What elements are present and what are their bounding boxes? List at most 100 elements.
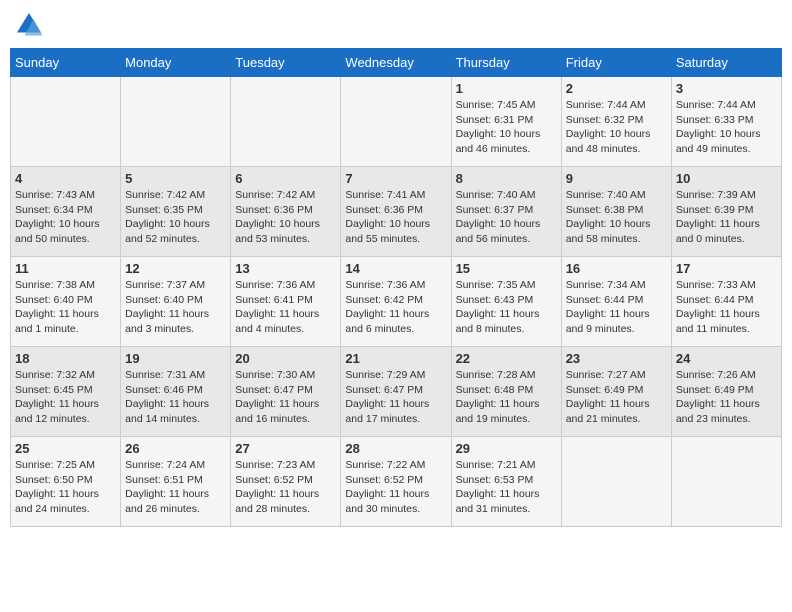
calendar-cell: 14 Sunrise: 7:36 AM Sunset: 6:42 PM Dayli… bbox=[341, 257, 451, 347]
day-number: 9 bbox=[566, 171, 667, 186]
day-info: Sunrise: 7:31 AM Sunset: 6:46 PM Dayligh… bbox=[125, 368, 226, 427]
calendar-cell: 18Sunrise: 7:32 AM Sunset: 6:45 PM Dayli… bbox=[11, 347, 121, 437]
day-info: Sunrise: 7:37 AM Sunset: 6:40 PM Dayligh… bbox=[125, 278, 226, 337]
calendar-cell: 1Sunrise: 7:45 AM Sunset: 6:31 PM Daylig… bbox=[451, 77, 561, 167]
day-info: Sunrise: 7:35 AM Sunset: 6:43 PM Dayligh… bbox=[456, 278, 557, 337]
calendar-cell bbox=[671, 437, 781, 527]
calendar-cell: 10 Sunrise: 7:39 AM Sunset: 6:39 PM Dayli… bbox=[671, 167, 781, 257]
day-info: Sunrise: 7:30 AM Sunset: 6:47 PM Dayligh… bbox=[235, 368, 336, 427]
calendar-cell: 29Sunrise: 7:21 AM Sunset: 6:53 PM Dayli… bbox=[451, 437, 561, 527]
day-number: 28 bbox=[345, 441, 446, 456]
calendar-cell: 21Sunrise: 7:29 AM Sunset: 6:47 PM Dayli… bbox=[341, 347, 451, 437]
day-info: Sunrise: 7:23 AM Sunset: 6:52 PM Dayligh… bbox=[235, 458, 336, 517]
day-info: Sunrise: 7:42 AM Sunset: 6:35 PM Dayligh… bbox=[125, 188, 226, 247]
logo bbox=[14, 10, 48, 40]
day-info: Sunrise: 7:24 AM Sunset: 6:51 PM Dayligh… bbox=[125, 458, 226, 517]
column-header-sunday: Sunday bbox=[11, 49, 121, 77]
day-info: Sunrise: 7:34 AM Sunset: 6:44 PM Dayligh… bbox=[566, 278, 667, 337]
calendar-cell: 9 Sunrise: 7:40 AM Sunset: 6:38 PM Daylig… bbox=[561, 167, 671, 257]
column-header-friday: Friday bbox=[561, 49, 671, 77]
calendar-cell: 2 Sunrise: 7:44 AM Sunset: 6:32 PM Daylig… bbox=[561, 77, 671, 167]
week-row-5: 25 Sunrise: 7:25 AM Sunset: 6:50 PM Dayli… bbox=[11, 437, 782, 527]
calendar-cell: 24 Sunrise: 7:26 AM Sunset: 6:49 PM Dayli… bbox=[671, 347, 781, 437]
day-number: 6 bbox=[235, 171, 336, 186]
day-info: Sunrise: 7:33 AM Sunset: 6:44 PM Dayligh… bbox=[676, 278, 777, 337]
calendar-cell: 8 Sunrise: 7:40 AM Sunset: 6:37 PM Daylig… bbox=[451, 167, 561, 257]
day-number: 5 bbox=[125, 171, 226, 186]
week-row-2: 4 Sunrise: 7:43 AM Sunset: 6:34 PM Daylig… bbox=[11, 167, 782, 257]
day-number: 23 bbox=[566, 351, 667, 366]
calendar-cell: 23 Sunrise: 7:27 AM Sunset: 6:49 PM Dayli… bbox=[561, 347, 671, 437]
calendar-table: SundayMondayTuesdayWednesdayThursdayFrid… bbox=[10, 48, 782, 527]
column-header-saturday: Saturday bbox=[671, 49, 781, 77]
column-header-wednesday: Wednesday bbox=[341, 49, 451, 77]
week-row-4: 18Sunrise: 7:32 AM Sunset: 6:45 PM Dayli… bbox=[11, 347, 782, 437]
calendar-cell bbox=[11, 77, 121, 167]
calendar-cell: 7 Sunrise: 7:41 AM Sunset: 6:36 PM Daylig… bbox=[341, 167, 451, 257]
calendar-cell: 5 Sunrise: 7:42 AM Sunset: 6:35 PM Daylig… bbox=[121, 167, 231, 257]
calendar-cell bbox=[121, 77, 231, 167]
day-number: 20 bbox=[235, 351, 336, 366]
day-number: 2 bbox=[566, 81, 667, 96]
day-number: 24 bbox=[676, 351, 777, 366]
day-number: 16 bbox=[566, 261, 667, 276]
day-number: 19 bbox=[125, 351, 226, 366]
day-number: 13 bbox=[235, 261, 336, 276]
day-number: 12 bbox=[125, 261, 226, 276]
calendar-cell: 25 Sunrise: 7:25 AM Sunset: 6:50 PM Dayli… bbox=[11, 437, 121, 527]
day-info: Sunrise: 7:40 AM Sunset: 6:38 PM Dayligh… bbox=[566, 188, 667, 247]
calendar-cell: 15 Sunrise: 7:35 AM Sunset: 6:43 PM Dayli… bbox=[451, 257, 561, 347]
day-info: Sunrise: 7:41 AM Sunset: 6:36 PM Dayligh… bbox=[345, 188, 446, 247]
calendar-cell: 26 Sunrise: 7:24 AM Sunset: 6:51 PM Dayli… bbox=[121, 437, 231, 527]
day-number: 11 bbox=[15, 261, 116, 276]
day-number: 15 bbox=[456, 261, 557, 276]
day-info: Sunrise: 7:36 AM Sunset: 6:41 PM Dayligh… bbox=[235, 278, 336, 337]
week-row-1: 1Sunrise: 7:45 AM Sunset: 6:31 PM Daylig… bbox=[11, 77, 782, 167]
day-info: Sunrise: 7:38 AM Sunset: 6:40 PM Dayligh… bbox=[15, 278, 116, 337]
calendar-cell: 28 Sunrise: 7:22 AM Sunset: 6:52 PM Dayli… bbox=[341, 437, 451, 527]
day-info: Sunrise: 7:21 AM Sunset: 6:53 PM Dayligh… bbox=[456, 458, 557, 517]
day-number: 25 bbox=[15, 441, 116, 456]
day-info: Sunrise: 7:42 AM Sunset: 6:36 PM Dayligh… bbox=[235, 188, 336, 247]
day-number: 1 bbox=[456, 81, 557, 96]
header-row: SundayMondayTuesdayWednesdayThursdayFrid… bbox=[11, 49, 782, 77]
week-row-3: 11 Sunrise: 7:38 AM Sunset: 6:40 PM Dayli… bbox=[11, 257, 782, 347]
logo-icon bbox=[14, 10, 44, 40]
column-header-thursday: Thursday bbox=[451, 49, 561, 77]
day-number: 10 bbox=[676, 171, 777, 186]
day-info: Sunrise: 7:26 AM Sunset: 6:49 PM Dayligh… bbox=[676, 368, 777, 427]
day-info: Sunrise: 7:39 AM Sunset: 6:39 PM Dayligh… bbox=[676, 188, 777, 247]
calendar-cell: 12 Sunrise: 7:37 AM Sunset: 6:40 PM Dayli… bbox=[121, 257, 231, 347]
day-number: 21 bbox=[345, 351, 446, 366]
day-number: 18 bbox=[15, 351, 116, 366]
calendar-cell: 17 Sunrise: 7:33 AM Sunset: 6:44 PM Dayli… bbox=[671, 257, 781, 347]
calendar-cell: 13 Sunrise: 7:36 AM Sunset: 6:41 PM Dayli… bbox=[231, 257, 341, 347]
calendar-cell: 11 Sunrise: 7:38 AM Sunset: 6:40 PM Dayli… bbox=[11, 257, 121, 347]
day-number: 27 bbox=[235, 441, 336, 456]
calendar-header: SundayMondayTuesdayWednesdayThursdayFrid… bbox=[11, 49, 782, 77]
day-number: 14 bbox=[345, 261, 446, 276]
day-info: Sunrise: 7:44 AM Sunset: 6:33 PM Dayligh… bbox=[676, 98, 777, 157]
day-info: Sunrise: 7:25 AM Sunset: 6:50 PM Dayligh… bbox=[15, 458, 116, 517]
day-number: 7 bbox=[345, 171, 446, 186]
day-info: Sunrise: 7:27 AM Sunset: 6:49 PM Dayligh… bbox=[566, 368, 667, 427]
day-info: Sunrise: 7:36 AM Sunset: 6:42 PM Dayligh… bbox=[345, 278, 446, 337]
calendar-cell bbox=[341, 77, 451, 167]
day-number: 4 bbox=[15, 171, 116, 186]
day-info: Sunrise: 7:22 AM Sunset: 6:52 PM Dayligh… bbox=[345, 458, 446, 517]
column-header-monday: Monday bbox=[121, 49, 231, 77]
header bbox=[10, 10, 782, 40]
calendar-cell: 16 Sunrise: 7:34 AM Sunset: 6:44 PM Dayli… bbox=[561, 257, 671, 347]
day-number: 26 bbox=[125, 441, 226, 456]
day-number: 17 bbox=[676, 261, 777, 276]
day-number: 8 bbox=[456, 171, 557, 186]
day-info: Sunrise: 7:44 AM Sunset: 6:32 PM Dayligh… bbox=[566, 98, 667, 157]
day-info: Sunrise: 7:40 AM Sunset: 6:37 PM Dayligh… bbox=[456, 188, 557, 247]
calendar-cell: 22Sunrise: 7:28 AM Sunset: 6:48 PM Dayli… bbox=[451, 347, 561, 437]
day-info: Sunrise: 7:43 AM Sunset: 6:34 PM Dayligh… bbox=[15, 188, 116, 247]
calendar-cell: 3Sunrise: 7:44 AM Sunset: 6:33 PM Daylig… bbox=[671, 77, 781, 167]
calendar-cell bbox=[231, 77, 341, 167]
calendar-cell: 19 Sunrise: 7:31 AM Sunset: 6:46 PM Dayli… bbox=[121, 347, 231, 437]
day-info: Sunrise: 7:28 AM Sunset: 6:48 PM Dayligh… bbox=[456, 368, 557, 427]
calendar-cell bbox=[561, 437, 671, 527]
